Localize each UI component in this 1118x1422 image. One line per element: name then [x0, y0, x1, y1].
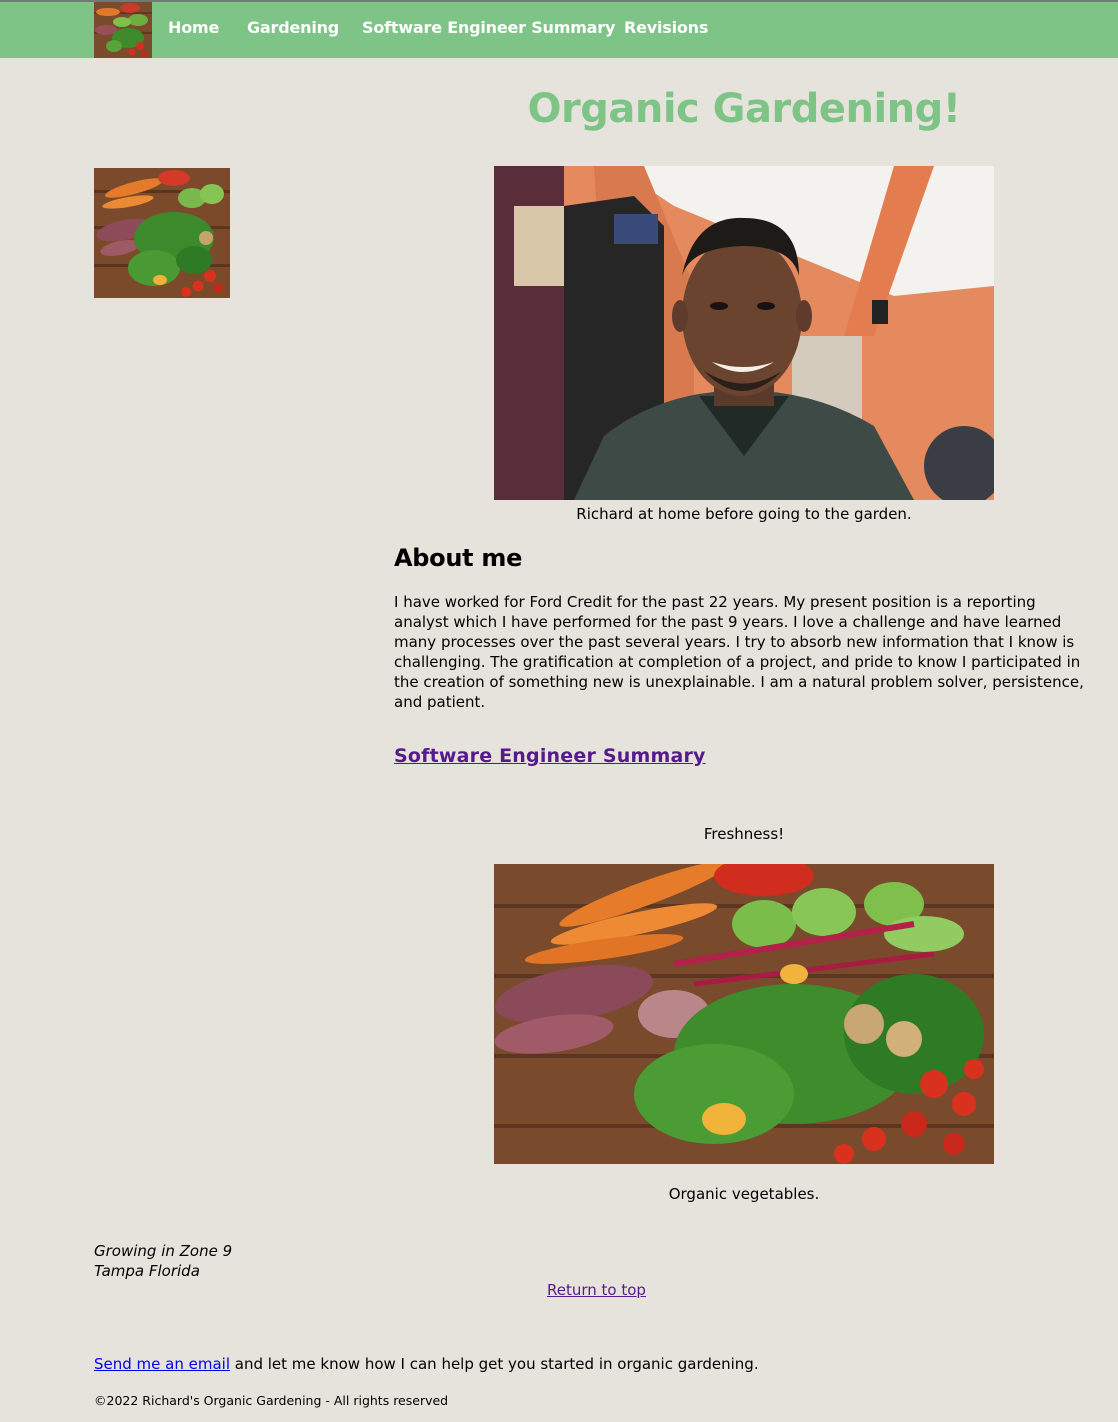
vegetables-caption: Organic vegetables. — [668, 1185, 820, 1203]
email-line: Send me an email and let me know how I c… — [94, 1355, 759, 1373]
location-line-city: Tampa Florida — [94, 1262, 200, 1280]
vegetables-photo — [494, 864, 994, 1164]
send-email-link[interactable]: Send me an email — [94, 1355, 230, 1373]
portrait-photo — [494, 166, 994, 500]
site-logo-image[interactable] — [94, 2, 152, 58]
about-paragraph: I have worked for Ford Credit for the pa… — [394, 593, 1084, 711]
location-note: Growing in Zone 9 Tampa Florida — [94, 1241, 232, 1281]
page-title: Organic Gardening! — [527, 86, 961, 132]
nav-gardening-link[interactable]: Gardening — [247, 18, 339, 37]
location-line-zone: Growing in Zone 9 — [94, 1242, 233, 1260]
copyright-text: ©2022 Richard's Organic Gardening - All … — [94, 1393, 449, 1408]
nav-revisions-link[interactable]: Revisions — [624, 18, 708, 37]
vegetables-thumbnail — [94, 168, 230, 298]
return-to-top-link[interactable]: Return to top — [547, 1281, 646, 1299]
nav-software-engineer-summary-link[interactable]: Software Engineer Summary — [362, 18, 615, 37]
freshness-label: Freshness! — [703, 825, 785, 843]
nav-home-link[interactable]: Home — [168, 18, 219, 37]
portrait-caption: Richard at home before going to the gard… — [576, 505, 912, 523]
software-engineer-summary-link[interactable]: Software Engineer Summary — [394, 745, 706, 767]
email-line-text: and let me know how I can help get you s… — [230, 1355, 759, 1373]
about-heading: About me — [394, 544, 523, 572]
